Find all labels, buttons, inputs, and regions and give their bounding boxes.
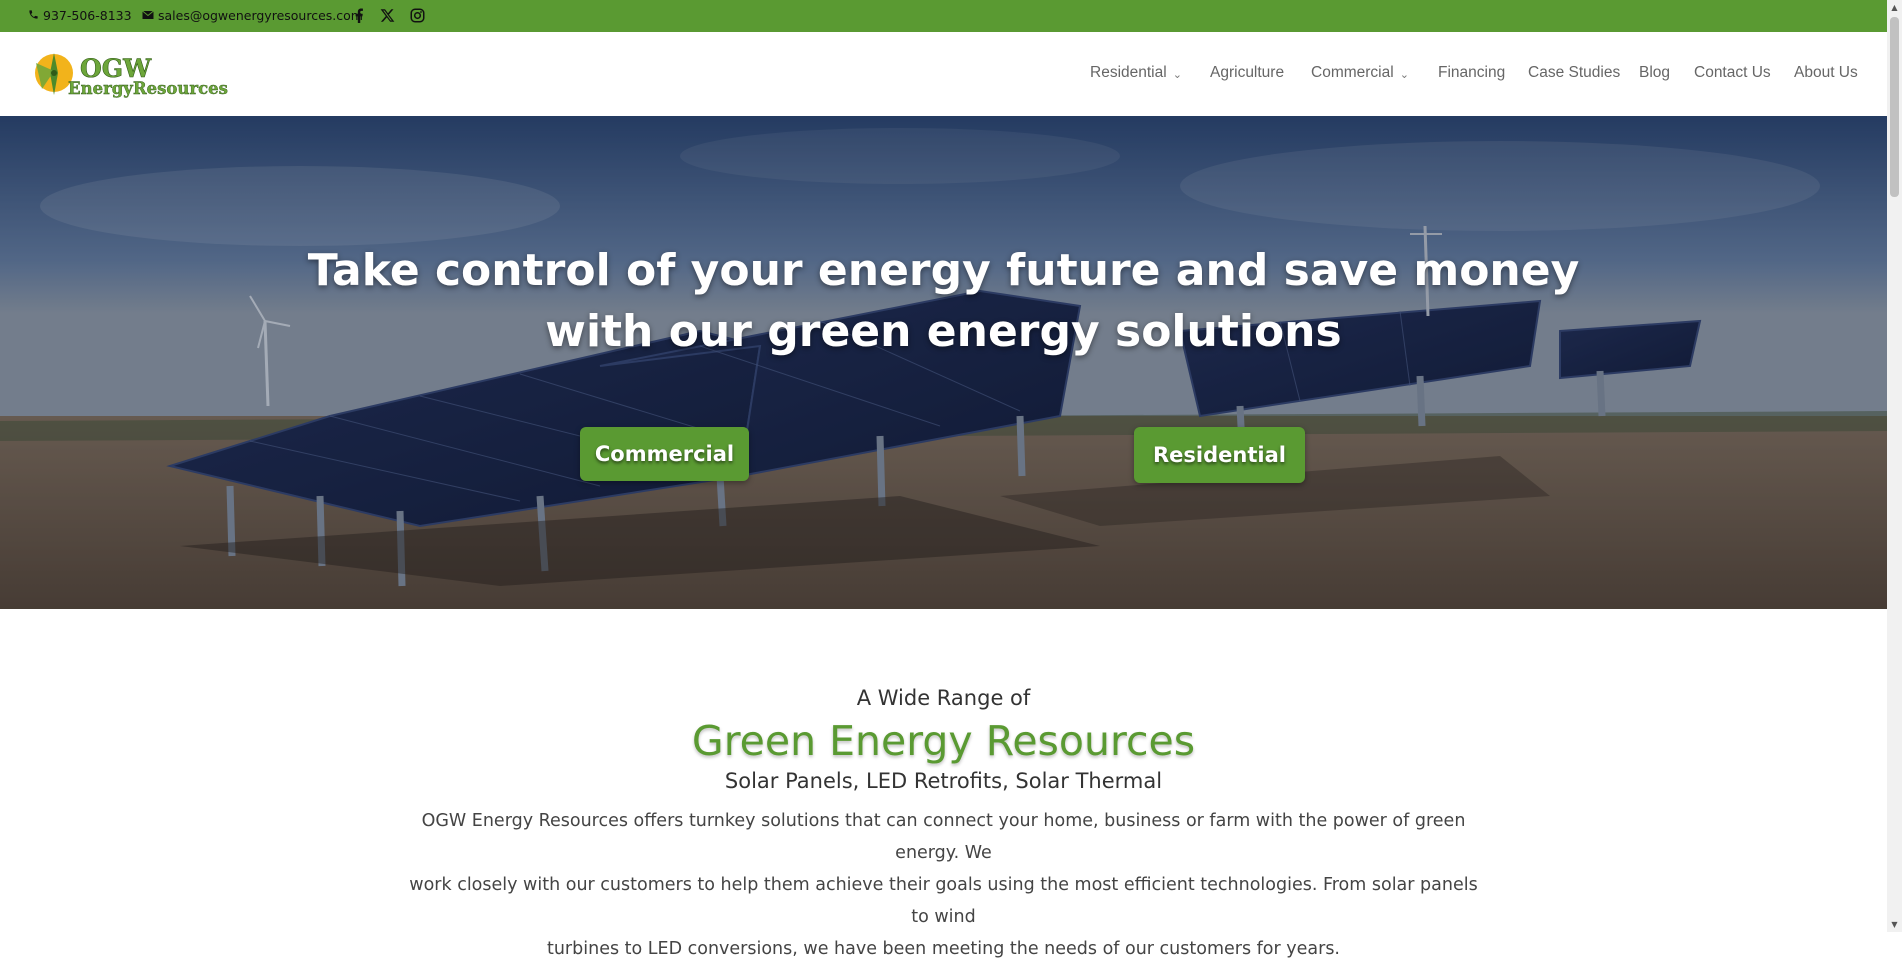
section-pre-heading: A Wide Range of <box>856 686 1031 710</box>
nav-blog[interactable]: Blog <box>1639 64 1670 82</box>
phone-number: 937-506-8133 <box>43 8 132 23</box>
commercial-button[interactable]: Commercial <box>580 427 749 481</box>
nav-about-us[interactable]: About Us <box>1794 64 1858 82</box>
hero-title: Take control of your energy future and s… <box>307 245 1580 357</box>
site-header: OGW EnergyResources Residential ⌄ Agricu… <box>0 32 1887 117</box>
nav-agriculture[interactable]: Agriculture <box>1210 64 1284 82</box>
email-link[interactable]: sales@ogwenergyresources.com <box>142 8 363 23</box>
page-scrollbar[interactable]: ▲ ▼ <box>1887 0 1902 932</box>
residential-button[interactable]: Residential <box>1134 427 1305 483</box>
chevron-down-icon: ⌄ <box>1399 68 1409 81</box>
scroll-down-arrow-icon[interactable]: ▼ <box>1887 917 1902 932</box>
nav-contact-us[interactable]: Contact Us <box>1694 64 1771 82</box>
email-address: sales@ogwenergyresources.com <box>158 8 363 23</box>
section-heading: Green Energy Resources <box>691 717 1196 765</box>
scroll-up-arrow-icon[interactable]: ▲ <box>1887 0 1902 15</box>
intro-section: A Wide Range of Green Energy Resources S… <box>0 609 1887 959</box>
chevron-down-icon: ⌄ <box>1172 68 1182 81</box>
hero-banner: Take control of your energy future and s… <box>0 116 1887 609</box>
section-subheading: Solar Panels, LED Retrofits, Solar Therm… <box>724 769 1163 793</box>
nav-commercial[interactable]: Commercial ⌄ <box>1311 64 1409 82</box>
x-icon[interactable] <box>378 5 396 25</box>
main-nav: Residential ⌄ Agriculture Commercial ⌄ F… <box>0 64 1887 88</box>
facebook-icon[interactable] <box>350 5 368 25</box>
section-paragraph: OGW Energy Resources offers turnkey solu… <box>409 811 1478 959</box>
nav-financing[interactable]: Financing <box>1438 64 1505 82</box>
scrollbar-thumb[interactable] <box>1890 17 1899 197</box>
instagram-icon[interactable] <box>408 5 426 25</box>
phone-icon <box>28 8 39 23</box>
email-icon <box>142 8 154 23</box>
nav-residential[interactable]: Residential ⌄ <box>1090 64 1182 82</box>
phone-link[interactable]: 937-506-8133 <box>28 8 132 23</box>
nav-case-studies[interactable]: Case Studies <box>1528 64 1620 82</box>
top-bar: 937-506-8133 sales@ogwenergyresources.co… <box>0 0 1887 32</box>
